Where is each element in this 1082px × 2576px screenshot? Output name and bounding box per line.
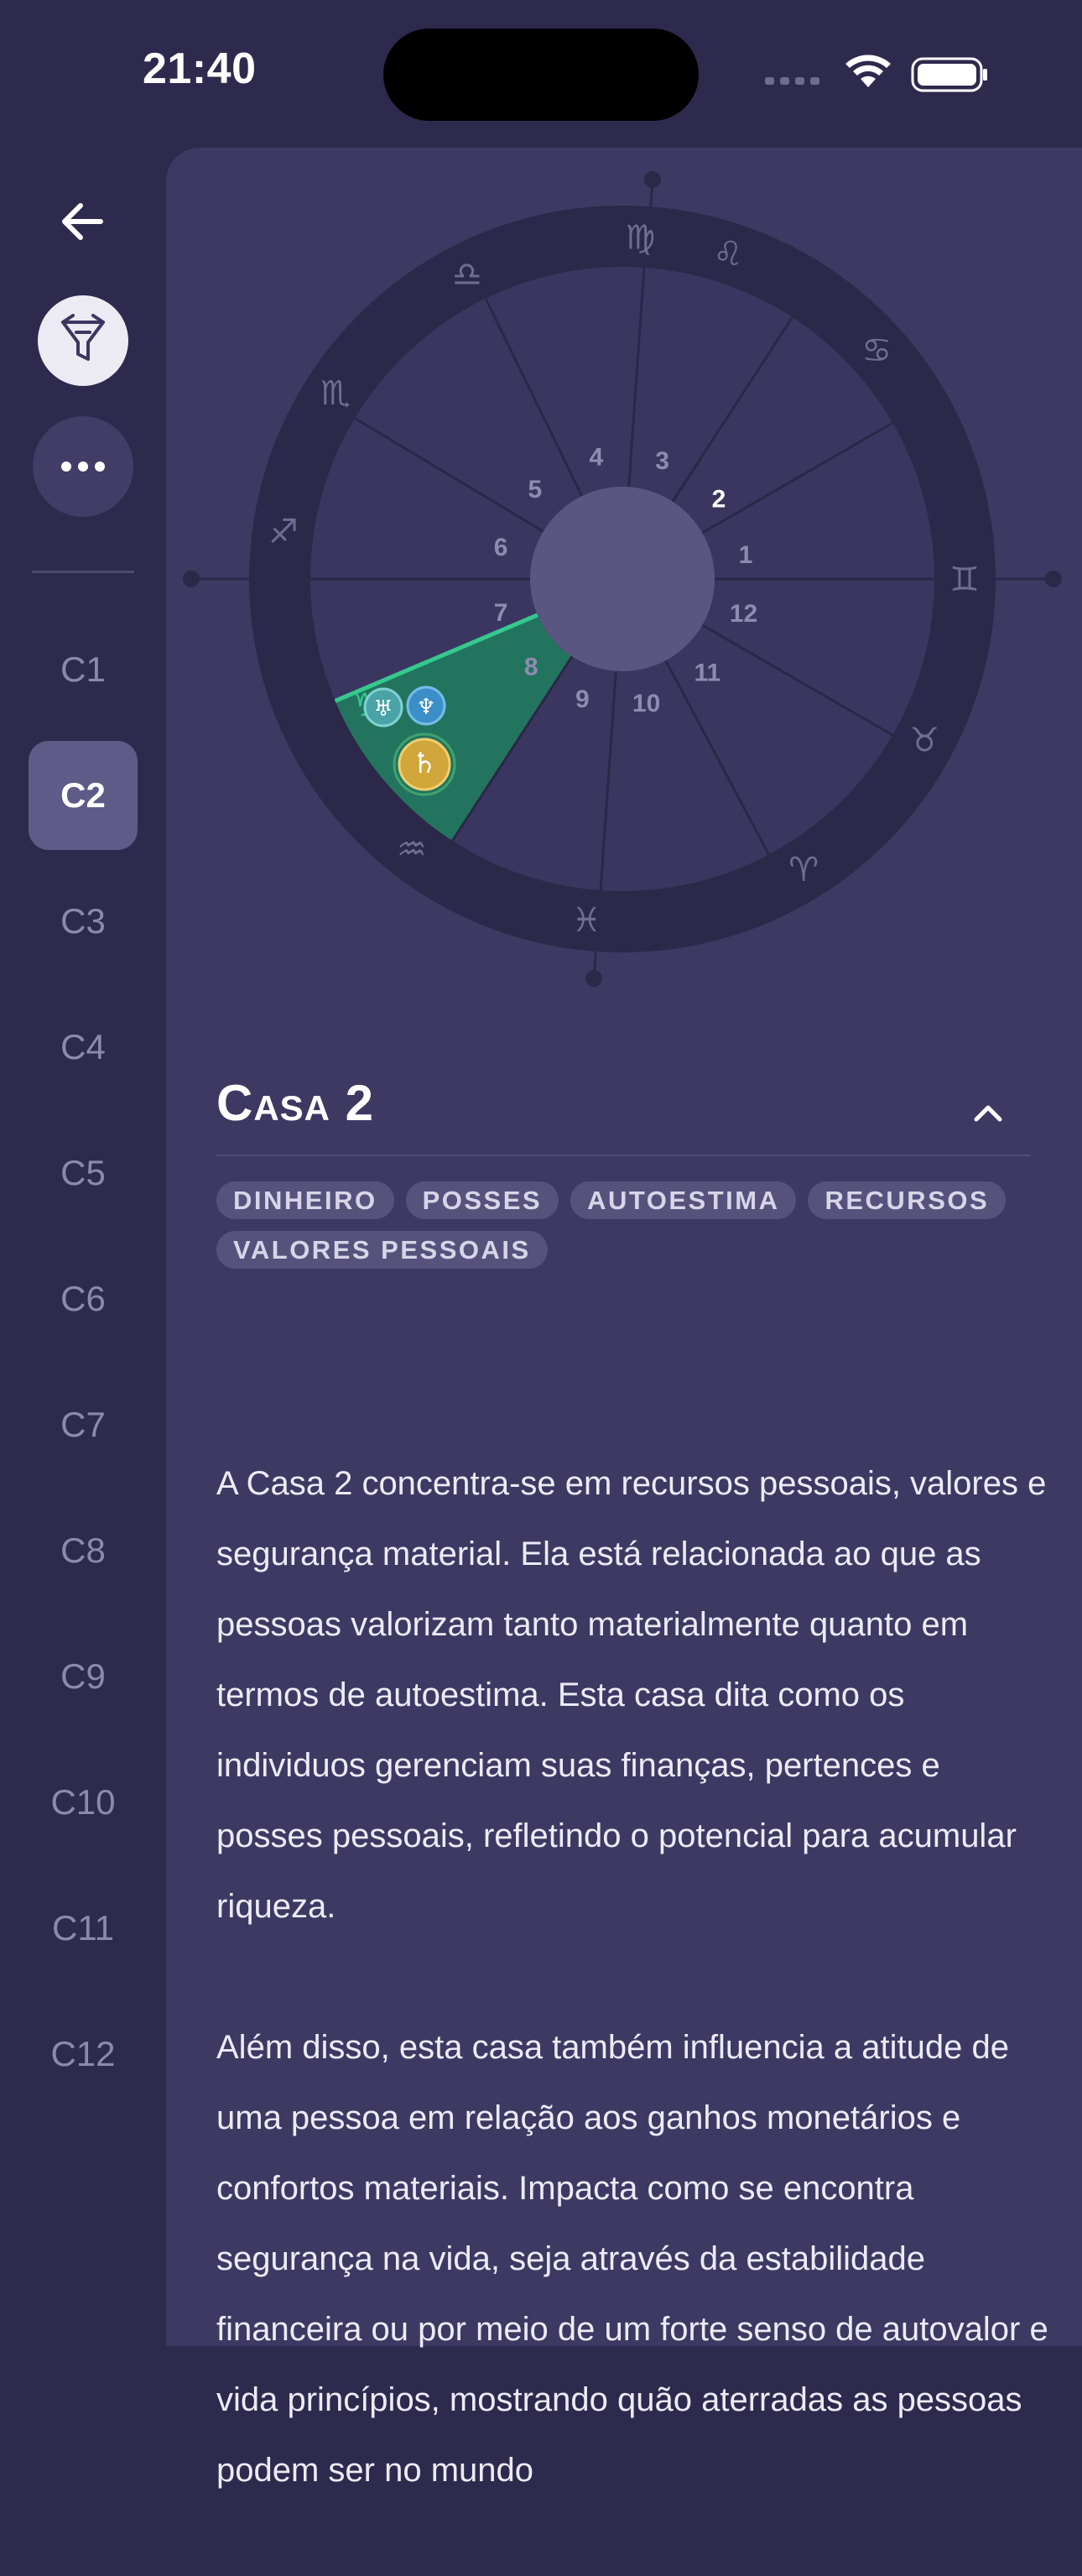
house-number: 4 <box>589 443 603 471</box>
house-tab-c8[interactable]: C8 <box>29 1496 138 1605</box>
zodiac-sign-leo-icon: ♌︎ <box>713 235 743 274</box>
keyword-tags: DINHEIRO POSSES AUTOESTIMA RECURSOS VALORES … <box>216 1181 1038 1280</box>
house-number: 11 <box>694 660 720 687</box>
ellipsis-icon <box>61 461 105 472</box>
arrow-left-icon <box>62 203 103 240</box>
sidebar: C1 C2 C3 C4 C5 C6 C7 C8 C9 C10 C11 C12 <box>0 148 166 2346</box>
zodiac-sign-libra-icon: ♎︎ <box>452 255 482 294</box>
zodiac-sign-gemini-icon: ♊︎ <box>949 561 980 599</box>
tag-autoestima: AUTOESTIMA <box>570 1181 797 1219</box>
birth-chart-wheel: 123456789101112♌︎♋︎♊︎♉︎♈︎♓︎♒︎♑︎♐︎♏︎♎︎♍︎♅… <box>183 171 1062 987</box>
zodiac-sign-aries-icon: ♈︎ <box>788 851 819 889</box>
zodiac-sign-aquarius-icon: ♒︎ <box>397 831 427 869</box>
planet-saturn-glyph: ♄︎ <box>412 747 437 780</box>
zodiac-sign-pisces-icon: ♓︎ <box>571 901 601 940</box>
description-paragraph: A Casa 2 concentra-se em recursos pessoa… <box>216 1465 1047 1925</box>
house-tab-c11[interactable]: C11 <box>29 1874 138 1983</box>
axis-point <box>644 171 661 188</box>
status-bar: 21:40 <box>0 0 1082 148</box>
house-number: 12 <box>730 600 757 628</box>
house-tab-c10[interactable]: C10 <box>29 1748 138 1857</box>
axis-point <box>585 970 602 987</box>
house-tab-c2[interactable]: C2 <box>29 741 138 850</box>
house-number: 7 <box>494 599 508 627</box>
status-icons <box>765 55 987 92</box>
wifi-icon <box>845 55 891 87</box>
house-tab-c5[interactable]: C5 <box>29 1119 138 1228</box>
status-time: 21:40 <box>143 44 257 93</box>
planet-uranus-glyph: ♅︎ <box>373 696 393 722</box>
house-number: 8 <box>524 653 538 681</box>
zodiac-sign-scorpio-icon: ♏︎ <box>320 374 351 413</box>
house-tab-c1[interactable]: C1 <box>29 615 138 724</box>
content-panel: 123456789101112♌︎♋︎♊︎♉︎♈︎♓︎♒︎♑︎♐︎♏︎♎︎♍︎♅… <box>166 148 1082 2489</box>
chart-center-hub <box>530 487 715 671</box>
back-button[interactable] <box>42 181 122 262</box>
house-description: A Casa 2 concentra-se em recursos pessoa… <box>216 1448 1055 2576</box>
section-title: Casa 2 <box>216 1075 375 1131</box>
tag-recursos: RECURSOS <box>808 1181 1007 1219</box>
battery-icon <box>911 57 987 92</box>
house-number: 10 <box>632 690 660 717</box>
tag-posses: POSSES <box>405 1181 559 1219</box>
house-tab-c3[interactable]: C3 <box>29 867 138 976</box>
house-number: 5 <box>528 476 542 503</box>
description-paragraph: Além disso, esta casa também influencia … <box>216 2029 1048 2489</box>
zodiac-sign-sagittarius-icon: ♐︎ <box>268 513 299 551</box>
zodiac-sign-taurus-icon: ♉︎ <box>909 722 939 760</box>
house-tab-c6[interactable]: C6 <box>29 1244 138 1353</box>
filter-button[interactable] <box>38 295 128 386</box>
tag-dinheiro: DINHEIRO <box>216 1181 394 1219</box>
sidebar-divider <box>32 571 134 573</box>
house-tab-c9[interactable]: C9 <box>29 1622 138 1731</box>
section-header[interactable]: Casa 2 <box>216 1062 1030 1156</box>
zodiac-sign-cancer-icon: ♋︎ <box>861 331 892 370</box>
house-tab-c7[interactable]: C7 <box>29 1370 138 1479</box>
planet-neptune-glyph: ♆︎ <box>416 695 435 720</box>
axis-point <box>1045 571 1062 587</box>
house-number: 9 <box>575 686 590 713</box>
chevron-up-icon[interactable] <box>963 1087 1013 1138</box>
house-tab-c12[interactable]: C12 <box>29 2000 138 2109</box>
zodiac-sign-virgo-icon: ♍︎ <box>625 219 655 258</box>
dynamic-island <box>383 29 699 121</box>
more-options-button[interactable] <box>33 416 133 517</box>
house-tab-c4[interactable]: C4 <box>29 993 138 1102</box>
house-number: 6 <box>494 534 508 561</box>
house-number: 1 <box>739 541 753 569</box>
axis-point <box>183 571 200 587</box>
filter-funnel-icon <box>61 314 105 361</box>
cellular-signal-icon <box>765 77 819 85</box>
house-number: 2 <box>712 486 726 514</box>
tag-valores-pessoais: VALORES PESSOAIS <box>216 1231 548 1269</box>
house-number: 3 <box>655 447 669 475</box>
